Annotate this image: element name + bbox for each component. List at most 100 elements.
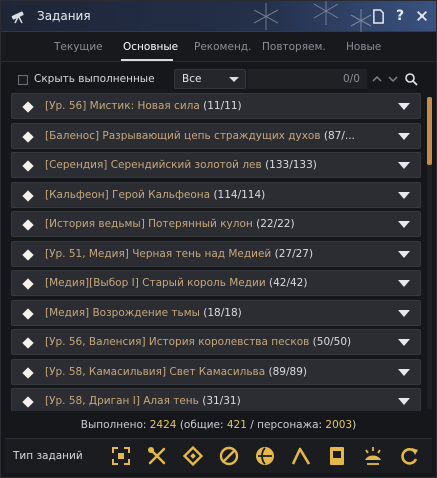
quest-diamond-icon <box>22 160 34 172</box>
quest-list: [Ур. 56] Мистик: Новая сила (11/11) [Бале… <box>11 93 423 411</box>
scrollbar-thumb[interactable] <box>427 97 432 165</box>
quest-row[interactable]: [Ур. 56] Мистик: Новая сила (11/11) <box>11 93 421 119</box>
quest-row[interactable]: [Баленос] Разрывающий цепь страждущих ду… <box>11 122 421 149</box>
quest-diamond-icon <box>22 396 34 408</box>
title-bar[interactable]: Задания ? <box>1 1 436 32</box>
quest-name: [Кальфеон] Герой Кальфеона <box>45 188 211 201</box>
quest-progress: (31/31) <box>202 395 241 407</box>
quest-type-label: Тип заданий <box>13 450 83 462</box>
quest-title: [История ведьмы] Потерянный кулон (22/22… <box>45 218 295 230</box>
expand-arrow-icon[interactable] <box>398 250 410 258</box>
quest-title: [Ур. 58, Камасильвия] Свет Камасильва (8… <box>45 366 307 378</box>
diamond-badge-icon[interactable] <box>181 444 205 468</box>
quest-type-bar: Тип заданий <box>5 438 432 473</box>
search-icon[interactable] <box>404 72 418 86</box>
quest-name: [Серендия] Серендийский золотой лев <box>45 159 262 171</box>
completed-total: 2424 <box>149 419 177 431</box>
snowflake-decoration-icon <box>253 1 372 32</box>
quest-diamond-icon <box>22 130 34 143</box>
quest-row[interactable]: [Ур. 58, Камасильвия] Свет Камасильва (8… <box>11 358 421 385</box>
quest-title: [Ур. 56, Валенсия] История королевства п… <box>45 336 351 348</box>
quest-name: [Ур. 58, Дриган I] Алая тень <box>45 395 199 407</box>
quest-diamond-icon <box>22 189 34 202</box>
chevron-up-icon[interactable] <box>370 72 384 86</box>
quest-title: [Медия] Возрождение тьмы (18/18) <box>45 307 242 319</box>
globe-icon[interactable] <box>253 444 277 468</box>
expand-arrow-icon[interactable] <box>398 162 410 169</box>
quest-title: [Ур. 51, Медия] Черная тень над Медией (… <box>45 248 313 260</box>
tab-recommended[interactable]: Рекоменд. <box>194 41 251 53</box>
active-tab-indicator <box>121 59 173 61</box>
search-counter: 0/0 <box>343 73 360 85</box>
expand-arrow-icon[interactable] <box>398 103 410 110</box>
quest-progress: (11/11) <box>203 100 242 112</box>
chevron-down-icon[interactable] <box>386 72 400 86</box>
tab-current[interactable]: Текущие <box>54 41 103 53</box>
quest-row[interactable]: [Серендия] Серендийский золотой лев (133… <box>11 152 421 178</box>
quest-row[interactable]: [Кальфеон] Герой Кальфеона (114/114) <box>11 181 421 208</box>
window-title: Задания <box>37 9 91 23</box>
quest-row[interactable]: [Ур. 51, Медия] Черная тень над Медией (… <box>11 240 421 267</box>
frame-corners-icon[interactable] <box>109 444 133 468</box>
quest-row[interactable]: [Ур. 58, Дриган I] Алая тень (31/31) <box>11 388 421 411</box>
quest-name: [Ур. 56, Валенсия] История королевства п… <box>45 336 310 348</box>
quest-progress: (133/133) <box>265 159 317 171</box>
crossed-tools-icon[interactable] <box>145 444 169 468</box>
quest-diamond-icon <box>22 366 34 379</box>
quest-tabs: Текущие Основные Рекоменд. Повторяем. Но… <box>1 32 436 62</box>
quest-name: [Ур. 51, Медия] Черная тень над Медией <box>45 247 272 260</box>
refresh-icon[interactable] <box>397 444 421 468</box>
pin-icon[interactable] <box>413 7 431 25</box>
quest-name: [Ур. 56] Мистик: Новая сила <box>45 100 200 112</box>
scrollbar[interactable] <box>427 97 432 409</box>
quest-filter-select[interactable]: Все <box>174 69 246 89</box>
help-button[interactable]: ? <box>391 7 409 25</box>
book-icon[interactable] <box>325 444 349 468</box>
quest-title: [Ур. 58, Дриган I] Алая тень (31/31) <box>45 395 241 407</box>
expand-arrow-icon[interactable] <box>398 339 410 346</box>
quest-row[interactable]: [Медия] Возрождение тьмы (18/18) <box>11 299 421 326</box>
pickaxe-icon[interactable] <box>289 444 313 468</box>
quest-name: [История ведьмы] Потерянный кулон <box>45 218 253 230</box>
tab-repeatable[interactable]: Повторяем. <box>262 41 326 53</box>
quest-progress: (42/42) <box>269 277 308 289</box>
hide-completed-checkbox[interactable] <box>18 75 28 85</box>
telescope-icon <box>11 11 24 24</box>
expand-arrow-icon[interactable] <box>398 398 410 405</box>
quest-diamond-icon <box>22 278 34 290</box>
weather-icon[interactable] <box>361 444 385 468</box>
completed-summary: Выполнено: 2424 (общие: 421 / персонажа:… <box>80 419 357 431</box>
leaf-slash-icon[interactable] <box>217 444 241 468</box>
completed-character: 2003 <box>325 419 353 431</box>
quest-title: [Баленос] Разрывающий цепь страждущих ду… <box>45 130 355 142</box>
quest-name: [Баленос] Разрывающий цепь страждущих ду… <box>45 129 321 142</box>
expand-arrow-icon[interactable] <box>398 309 410 317</box>
quest-diamond-icon <box>22 248 34 261</box>
tab-main[interactable]: Основные <box>123 41 178 53</box>
quest-progress: (22/22) <box>256 218 295 230</box>
quest-diamond-icon <box>22 337 34 349</box>
expand-arrow-icon[interactable] <box>398 132 410 140</box>
quest-name: [Медия] Возрождение тьмы <box>45 306 200 319</box>
quest-title: [Медия][Выбор I] Старый король Медии (42… <box>45 277 307 289</box>
expand-arrow-icon[interactable] <box>398 221 410 228</box>
expand-arrow-icon[interactable] <box>398 280 410 287</box>
quest-diamond-icon <box>22 219 34 231</box>
chevron-down-icon <box>229 77 239 82</box>
quest-progress: (87/... <box>323 129 355 142</box>
quest-row[interactable]: [История ведьмы] Потерянный кулон (22/22… <box>11 211 421 237</box>
quest-progress: (27/27) <box>274 247 314 260</box>
expand-arrow-icon[interactable] <box>398 191 410 199</box>
quest-window: Задания ? Текущие Основные Рекоменд. Пов… <box>0 0 437 478</box>
quest-progress: (89/89) <box>268 365 307 378</box>
quest-name: [Медия][Выбор I] Старый король Медии <box>45 277 266 289</box>
expand-arrow-icon[interactable] <box>398 368 410 376</box>
quest-progress: (18/18) <box>203 306 242 319</box>
quest-row[interactable]: [Ур. 56, Валенсия] История королевства п… <box>11 329 421 355</box>
tab-new[interactable]: Новые <box>346 41 381 53</box>
quest-name: [Ур. 58, Камасильвия] Свет Камасильва <box>45 365 266 378</box>
quest-diamond-icon <box>22 101 34 113</box>
quest-title: [Кальфеон] Герой Кальфеона (114/114) <box>45 189 265 201</box>
quest-row[interactable]: [Медия][Выбор I] Старый король Медии (42… <box>11 270 421 296</box>
document-icon[interactable] <box>369 7 387 25</box>
